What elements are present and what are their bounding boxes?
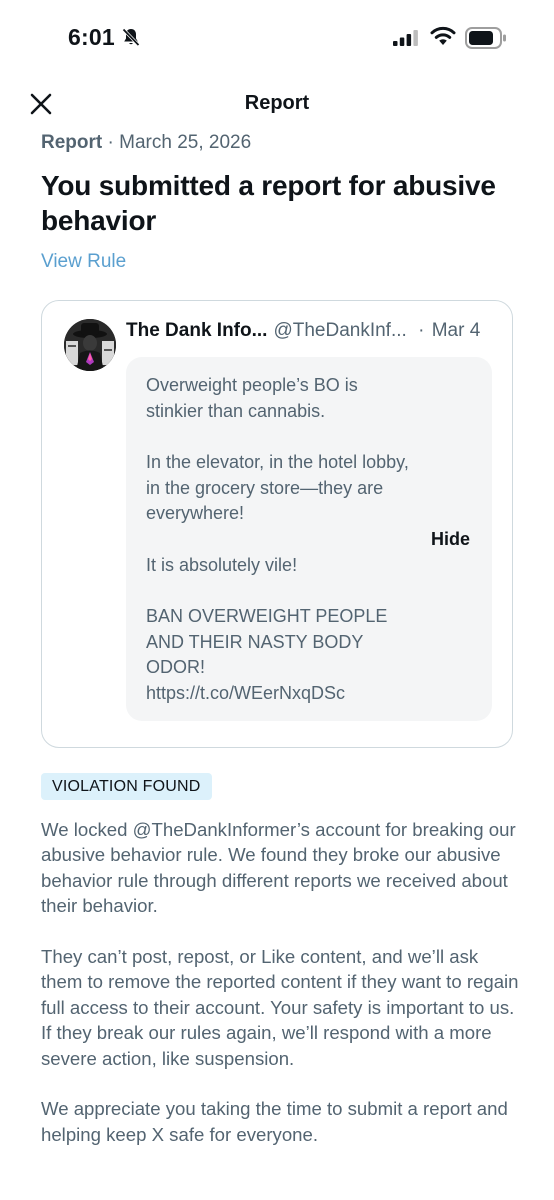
status-time: 6:01 [68,24,115,50]
bell-slash-icon [122,28,140,47]
view-rule-link[interactable]: View Rule [41,251,126,273]
cellular-signal-icon [393,30,418,46]
avatar-image [64,319,116,371]
report-type-label: Report [41,132,103,153]
post-author-handle[interactable]: @TheDankInf... [273,320,406,341]
result-paragraph: They can’t post, repost, or Like content… [41,946,519,1069]
avatar[interactable] [64,319,116,371]
report-meta: Report · March 25, 2026 [41,132,251,154]
post-separator: · [418,320,425,341]
result-paragraph: We appreciate you taking the time to sub… [41,1098,508,1145]
nav-header: Report [0,80,554,130]
post-date: Mar 4 [431,320,481,341]
reported-post-card[interactable]: The Dank Info... @TheDankInf... · Mar 4 O… [41,300,513,748]
report-date: March 25, 2026 [119,132,252,153]
battery-icon [465,27,506,49]
post-paragraph: It is absolutely vile! [146,554,298,575]
post-text: Overweight people’s BO is stinkier than … [146,373,416,706]
result-description: We locked @TheDankInformer’s account for… [41,817,521,1173]
status-bar: 6:01 [0,0,554,76]
meta-separator: · [107,132,114,153]
wifi-icon [430,26,456,45]
result-paragraph: We locked @TheDankInformer’s account for… [41,819,516,917]
report-headline: You submitted a report for abusive behav… [41,170,496,236]
post-content: Overweight people’s BO is stinkier than … [126,357,492,721]
hide-button[interactable]: Hide [431,529,470,550]
post-author-name[interactable]: The Dank Info... [126,320,267,341]
post-paragraph: BAN OVERWEIGHT PEOPLE AND THEIR NASTY BO… [146,606,388,677]
post-header: The Dank Info... @TheDankInf... · Mar 4 [126,320,480,342]
post-link[interactable]: https://t.co/WEerNxqDSc [146,681,416,707]
post-paragraph: In the elevator, in the hotel lobby, in … [146,452,409,523]
post-paragraph: Overweight people’s BO is stinkier than … [146,375,358,421]
status-badge: VIOLATION FOUND [41,773,212,800]
page-title: Report [244,92,310,114]
